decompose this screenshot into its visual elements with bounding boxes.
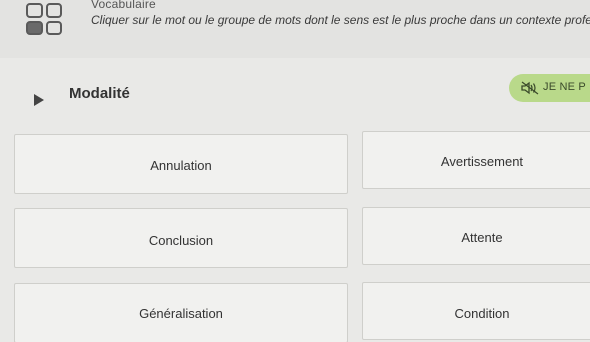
target-word: Modalité: [69, 85, 130, 102]
option-label: Annulation: [150, 158, 212, 173]
option-annulation[interactable]: Annulation: [14, 134, 348, 194]
dont-know-button[interactable]: JE NE P: [509, 74, 590, 102]
option-generalisation[interactable]: Généralisation: [14, 283, 348, 342]
option-label: Avertissement: [440, 154, 524, 169]
instruction-text: Cliquer sur le mot ou le groupe de mots …: [91, 13, 590, 27]
option-label: Attente: [461, 230, 503, 245]
grid-app-icon: [26, 3, 62, 35]
header: Vocabulaire Cliquer sur le mot ou le gro…: [0, 0, 590, 58]
option-label: Généralisation: [139, 306, 223, 321]
option-label: Conclusion: [148, 233, 214, 248]
app-title: Vocabulaire: [91, 0, 156, 11]
speaker-muted-icon: [521, 81, 539, 95]
option-label: Condition: [454, 306, 510, 321]
question-row: Modalité JE NE P: [0, 70, 590, 124]
option-avertissement[interactable]: Avertissement: [362, 131, 590, 189]
option-attente[interactable]: Attente: [362, 207, 590, 265]
dont-know-label: JE NE P: [543, 81, 586, 93]
option-conclusion[interactable]: Conclusion: [14, 208, 348, 268]
option-condition[interactable]: Condition: [362, 282, 590, 340]
vocabulary-exercise-page: Vocabulaire Cliquer sur le mot ou le gro…: [0, 0, 590, 342]
play-icon[interactable]: [31, 92, 47, 108]
